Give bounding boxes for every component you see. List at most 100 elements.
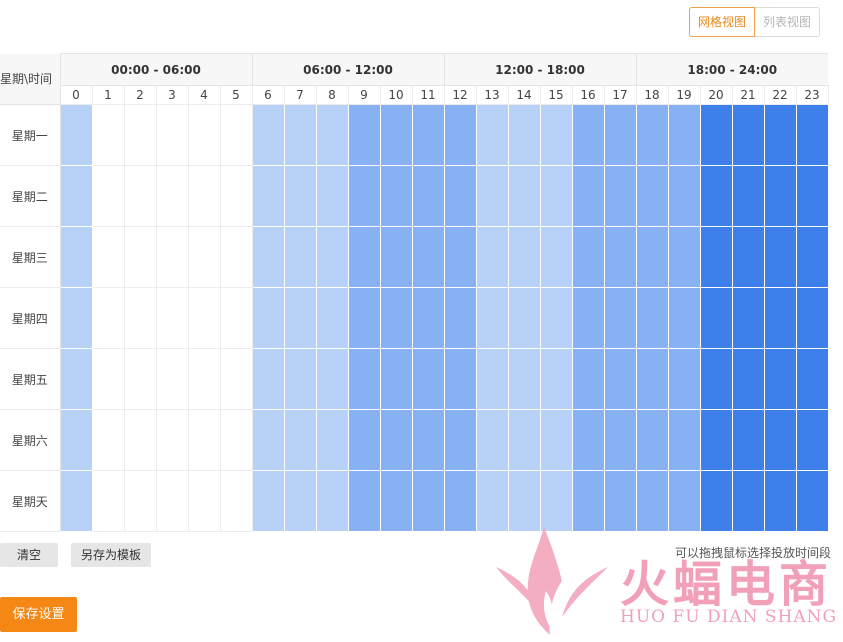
time-slot-cell[interactable] [379,226,413,288]
time-slot-cell[interactable] [507,409,541,471]
time-slot-cell[interactable] [763,409,797,471]
time-slot-cell[interactable] [379,287,413,349]
time-slot-cell[interactable] [731,104,765,166]
time-slot-cell[interactable] [91,226,125,288]
time-slot-cell[interactable] [283,348,317,410]
time-slot-cell[interactable] [379,409,413,471]
time-slot-cell[interactable] [347,409,381,471]
time-slot-cell[interactable] [475,165,509,227]
time-slot-cell[interactable] [731,470,765,532]
time-slot-cell[interactable] [411,165,445,227]
time-slot-cell[interactable] [571,104,605,166]
time-slot-cell[interactable] [475,226,509,288]
time-slot-cell[interactable] [91,165,125,227]
time-slot-cell[interactable] [475,409,509,471]
time-slot-cell[interactable] [795,104,829,166]
time-slot-cell[interactable] [539,287,573,349]
time-slot-cell[interactable] [667,287,701,349]
time-slot-cell[interactable] [283,165,317,227]
time-slot-cell[interactable] [539,409,573,471]
time-slot-cell[interactable] [699,226,733,288]
time-slot-cell[interactable] [283,287,317,349]
time-slot-cell[interactable] [411,409,445,471]
time-slot-cell[interactable] [379,104,413,166]
time-slot-cell[interactable] [731,409,765,471]
time-slot-cell[interactable] [571,226,605,288]
time-slot-cell[interactable] [219,104,253,166]
time-slot-cell[interactable] [603,348,637,410]
time-slot-cell[interactable] [507,470,541,532]
time-slot-cell[interactable] [699,287,733,349]
time-slot-cell[interactable] [795,409,829,471]
time-slot-cell[interactable] [59,348,93,410]
time-slot-cell[interactable] [251,226,285,288]
time-slot-cell[interactable] [91,348,125,410]
time-slot-cell[interactable] [123,470,157,532]
save-settings-button[interactable]: 保存设置 [0,597,77,632]
time-slot-cell[interactable] [123,348,157,410]
time-slot-cell[interactable] [507,287,541,349]
time-slot-cell[interactable] [507,348,541,410]
time-slot-cell[interactable] [219,226,253,288]
time-slot-cell[interactable] [795,165,829,227]
time-slot-cell[interactable] [315,104,349,166]
time-slot-cell[interactable] [91,287,125,349]
time-slot-cell[interactable] [571,287,605,349]
time-slot-cell[interactable] [315,165,349,227]
time-slot-cell[interactable] [251,470,285,532]
time-slot-cell[interactable] [155,409,189,471]
time-slot-cell[interactable] [59,409,93,471]
time-slot-cell[interactable] [667,470,701,532]
time-slot-cell[interactable] [347,470,381,532]
time-slot-cell[interactable] [155,287,189,349]
time-slot-cell[interactable] [571,470,605,532]
time-slot-cell[interactable] [475,470,509,532]
time-slot-cell[interactable] [251,165,285,227]
time-slot-cell[interactable] [507,226,541,288]
time-slot-cell[interactable] [763,165,797,227]
time-slot-cell[interactable] [731,226,765,288]
time-slot-cell[interactable] [59,287,93,349]
time-slot-cell[interactable] [603,226,637,288]
time-slot-cell[interactable] [315,470,349,532]
time-slot-cell[interactable] [475,287,509,349]
time-slot-cell[interactable] [763,287,797,349]
time-slot-cell[interactable] [187,104,221,166]
time-slot-cell[interactable] [443,409,477,471]
time-slot-cell[interactable] [571,165,605,227]
time-slot-cell[interactable] [315,409,349,471]
time-slot-cell[interactable] [795,226,829,288]
time-slot-cell[interactable] [347,348,381,410]
time-slot-cell[interactable] [763,348,797,410]
time-slot-cell[interactable] [411,104,445,166]
time-slot-cell[interactable] [187,287,221,349]
time-slot-cell[interactable] [635,165,669,227]
time-slot-cell[interactable] [187,470,221,532]
save-as-template-button[interactable]: 另存为模板 [71,543,151,567]
time-slot-cell[interactable] [155,104,189,166]
time-slot-cell[interactable] [571,348,605,410]
time-slot-cell[interactable] [763,104,797,166]
time-slot-cell[interactable] [539,104,573,166]
grid-view-button[interactable]: 网格视图 [689,7,756,37]
time-slot-cell[interactable] [411,348,445,410]
time-slot-cell[interactable] [219,165,253,227]
time-slot-cell[interactable] [91,470,125,532]
time-slot-cell[interactable] [635,104,669,166]
time-slot-cell[interactable] [123,165,157,227]
time-slot-cell[interactable] [475,104,509,166]
time-slot-cell[interactable] [411,470,445,532]
time-slot-cell[interactable] [635,348,669,410]
time-slot-cell[interactable] [443,226,477,288]
time-slot-cell[interactable] [123,287,157,349]
time-slot-cell[interactable] [155,226,189,288]
time-slot-cell[interactable] [91,104,125,166]
time-slot-cell[interactable] [315,287,349,349]
time-slot-cell[interactable] [667,409,701,471]
time-slot-cell[interactable] [59,104,93,166]
time-slot-cell[interactable] [155,165,189,227]
time-slot-cell[interactable] [251,104,285,166]
time-slot-cell[interactable] [251,409,285,471]
time-slot-cell[interactable] [667,165,701,227]
time-slot-cell[interactable] [635,409,669,471]
